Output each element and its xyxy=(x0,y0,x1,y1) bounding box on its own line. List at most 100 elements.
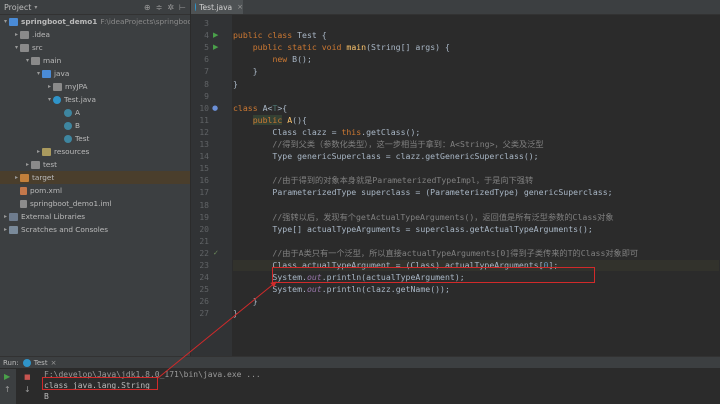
tree-item[interactable]: ▾ src xyxy=(0,41,190,54)
check-icon[interactable]: ✓ xyxy=(213,248,219,259)
line-number: 8 xyxy=(204,79,209,89)
chevron-icon[interactable]: ▾ xyxy=(13,44,20,51)
line-number: 12 xyxy=(199,127,209,137)
code-line[interactable]: //由于得到的对象本身就是ParameterizedTypeImpl，于是向下强… xyxy=(233,175,719,186)
tree-item[interactable]: pom.xml xyxy=(0,184,190,197)
run-tab-test[interactable]: Test × xyxy=(22,358,57,367)
chevron-icon[interactable]: ▸ xyxy=(24,161,31,168)
folder-icon xyxy=(53,82,62,91)
up-arrow-icon[interactable]: ↑ xyxy=(4,385,11,395)
code-token: //由于得到的对象本身就是ParameterizedTypeImpl，于是向下强… xyxy=(233,175,534,186)
tree-item-label: springboot_demo1 xyxy=(21,17,98,26)
code-token: public xyxy=(252,114,283,125)
down-arrow-icon[interactable]: ↓ xyxy=(24,385,31,395)
tree-item[interactable]: ▾ java xyxy=(0,67,190,80)
code-line[interactable]: public A(){ xyxy=(233,114,719,126)
code-line[interactable]: System.out.println(clazz.getName()); xyxy=(233,284,719,295)
line-number: 25 xyxy=(199,285,209,295)
code-line[interactable]: Type genericSuperclass = clazz.getGeneri… xyxy=(233,151,719,162)
chevron-icon[interactable]: ▸ xyxy=(13,174,20,181)
gear-icon[interactable]: ✲ xyxy=(167,3,174,12)
code-token: } xyxy=(233,296,258,307)
chevron-down-icon[interactable]: ▾ xyxy=(34,4,37,11)
code-token: (String[] args) { xyxy=(366,42,450,53)
tree-item[interactable]: springboot_demo1.iml xyxy=(0,197,190,210)
project-panel-title[interactable]: Project xyxy=(4,3,31,12)
chevron-icon[interactable]: ▸ xyxy=(46,83,53,90)
code-line[interactable]: //得到父类（参数化类型），这一步相当于拿到：A<String>，父类及泛型 xyxy=(233,139,719,150)
tree-item[interactable]: ▸ .idea xyxy=(0,28,190,41)
editor-tab-label: Test.java xyxy=(199,2,233,12)
code-line[interactable]: //强转以后，发现有个getActualTypeArguments()，返回值是… xyxy=(233,212,719,223)
line-number: 22 xyxy=(199,248,209,258)
line-number: 20 xyxy=(199,224,209,234)
tree-item[interactable]: ▸ myJPA xyxy=(0,80,190,93)
tree-item[interactable]: ▾ Test.java xyxy=(0,93,190,106)
code-editor[interactable]: public class Test { public static void m… xyxy=(232,15,720,356)
code-line[interactable]: public static void main(String[] args) { xyxy=(233,42,719,53)
tree-item[interactable]: ▸ Scratches and Consoles xyxy=(0,223,190,236)
code-token: B(); xyxy=(292,54,312,65)
tree-item-label: .idea xyxy=(32,30,50,39)
chevron-icon[interactable]: ▸ xyxy=(2,213,9,220)
chevron-icon[interactable]: ▾ xyxy=(24,57,31,64)
close-icon[interactable]: × xyxy=(237,3,243,11)
code-line[interactable]: class A<T>{ xyxy=(233,103,719,114)
tree-item-label: myJPA xyxy=(65,82,88,91)
chevron-icon[interactable]: ▾ xyxy=(46,96,53,103)
code-line[interactable]: //由于A类只有一个泛型，所以直接actualTypeArguments[0]得… xyxy=(233,248,719,259)
close-icon[interactable]: × xyxy=(51,359,57,367)
code-line[interactable]: Type[] actualTypeArguments = superclass.… xyxy=(233,224,719,235)
code-line[interactable] xyxy=(233,163,719,174)
code-token: Type genericSuperclass = clazz.getGeneri… xyxy=(233,151,539,162)
code-token: //由于A类只有一个泛型，所以直接actualTypeArguments[0]得… xyxy=(233,247,639,258)
class-icon xyxy=(64,134,72,143)
code-line[interactable]: } xyxy=(233,79,719,90)
tree-item[interactable]: ▸ target xyxy=(0,171,190,184)
code-line[interactable]: Class clazz = this.getClass(); xyxy=(233,127,719,138)
chevron-icon[interactable]: ▸ xyxy=(35,148,42,155)
editor-tab-test-java[interactable]: Test.java × xyxy=(191,0,243,14)
run-gutter-icon[interactable]: ▶ xyxy=(213,42,218,53)
tree-item[interactable]: Test xyxy=(0,132,190,145)
rerun-icon[interactable]: ▶ xyxy=(4,372,10,382)
chevron-icon[interactable]: ▾ xyxy=(35,70,42,77)
tree-item-label: target xyxy=(32,173,55,182)
tree-item[interactable]: ▾ springboot_demo1 F:\ideaProjects\springb… xyxy=(0,15,190,28)
chevron-icon[interactable]: ▾ xyxy=(2,18,9,25)
tree-item-label: B xyxy=(75,121,81,130)
code-line[interactable]: } xyxy=(233,66,719,77)
stop-icon[interactable]: ■ xyxy=(24,372,31,382)
code-token: out xyxy=(306,284,322,295)
hide-icon[interactable]: ⊢ xyxy=(179,3,186,12)
tree-item[interactable]: A xyxy=(0,106,190,119)
tree-item[interactable]: ▸ resources xyxy=(0,145,190,158)
tree-item-label: java xyxy=(54,69,70,78)
code-line[interactable] xyxy=(233,236,719,247)
tree-item[interactable]: B xyxy=(0,119,190,132)
code-line[interactable] xyxy=(233,91,719,102)
code-line[interactable]: } xyxy=(233,308,719,319)
tree-item[interactable]: ▸ test xyxy=(0,158,190,171)
code-line[interactable]: new B(); xyxy=(233,54,719,65)
code-token: class xyxy=(233,102,263,113)
tree-item[interactable]: ▾ main xyxy=(0,54,190,67)
chevron-icon[interactable]: ▸ xyxy=(2,226,9,233)
scratch-icon xyxy=(9,225,18,234)
chevron-icon[interactable]: ▸ xyxy=(13,31,20,38)
run-gutter-icon[interactable]: ▶ xyxy=(213,30,218,41)
code-line[interactable] xyxy=(233,18,719,29)
code-line[interactable]: } xyxy=(233,296,719,307)
crosshair-icon[interactable]: ⊕ xyxy=(144,3,151,12)
line-number: 10 xyxy=(199,103,209,113)
code-line[interactable]: ParameterizedType superclass = (Paramete… xyxy=(233,187,719,198)
implemented-icon[interactable]: ● xyxy=(212,103,218,114)
tree-item[interactable]: ▸ External Libraries xyxy=(0,210,190,223)
project-tree: ▾ springboot_demo1 F:\ideaProjects\springb… xyxy=(0,15,190,236)
code-line[interactable]: public class Test { xyxy=(233,30,719,41)
collapse-icon[interactable]: ≑ xyxy=(156,3,163,12)
code-line[interactable] xyxy=(233,200,719,211)
code-token: //得到父类（参数化类型），这一步相当于拿到：A<String>，父类及泛型 xyxy=(233,139,544,149)
java-file-icon xyxy=(195,3,197,11)
